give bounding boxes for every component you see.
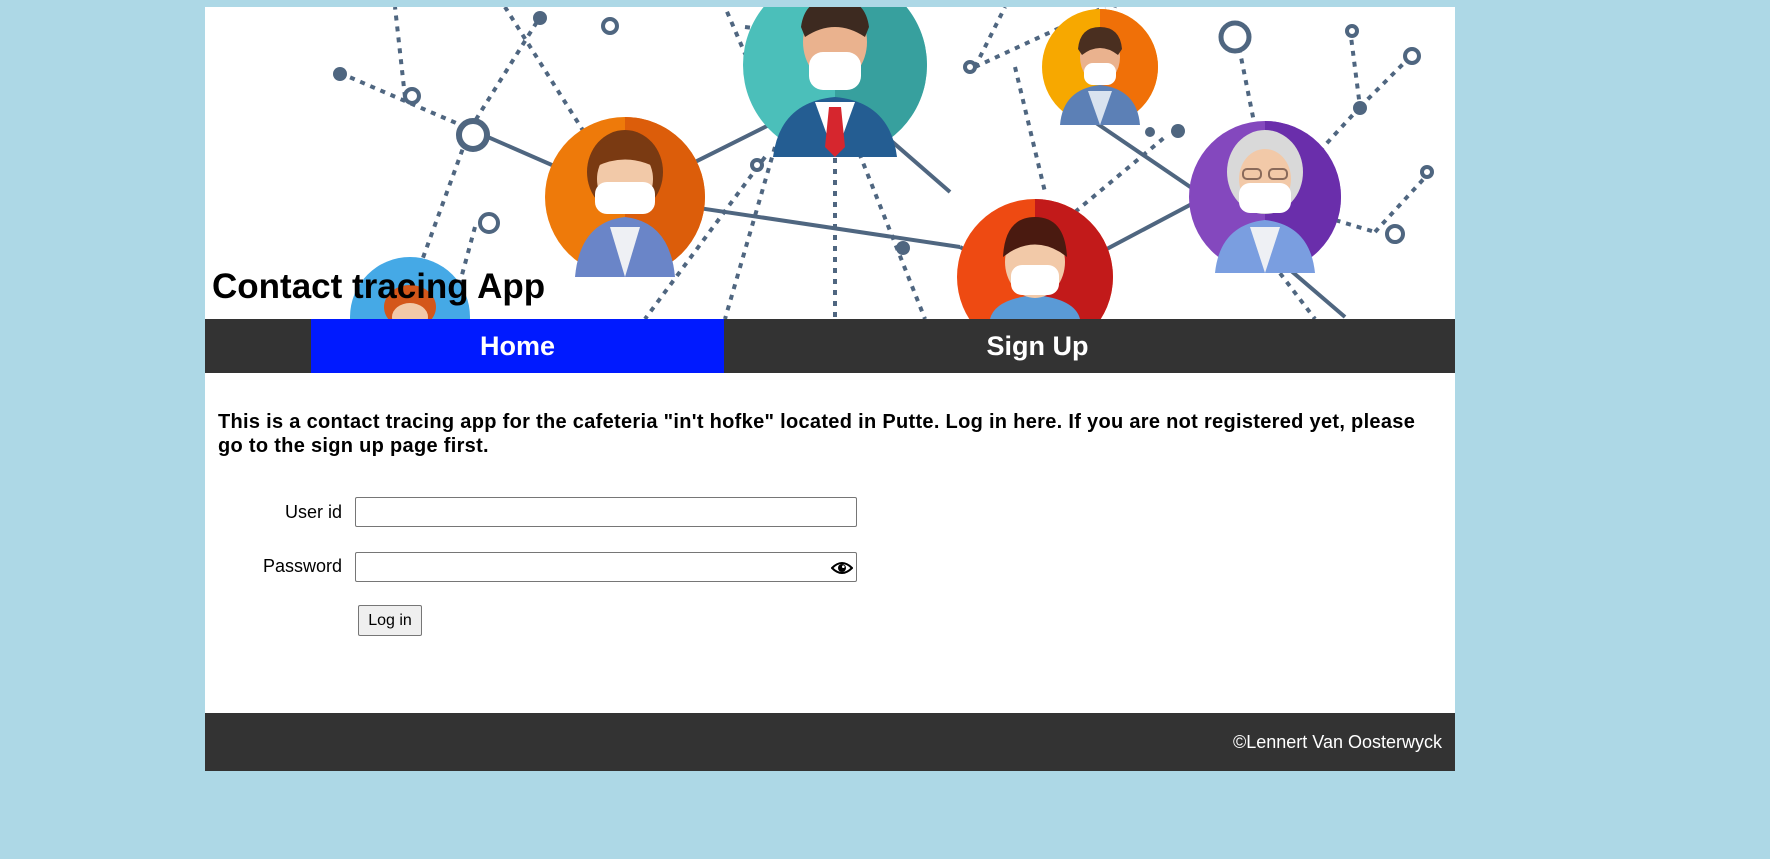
login-button[interactable]: Log in	[358, 605, 422, 636]
user-id-label: User id	[284, 502, 342, 522]
password-input[interactable]	[355, 552, 857, 582]
nav-bar: Home Sign Up	[205, 319, 1455, 373]
intro-text: This is a contact tracing app for the ca…	[218, 411, 1416, 457]
copyright-text: ©Lennert Van Oosterwyck	[1232, 732, 1442, 752]
avatar-woman	[545, 117, 705, 277]
footer: ©Lennert Van Oosterwyck	[205, 713, 1455, 771]
eye-icon[interactable]	[831, 560, 853, 576]
nav-home-link[interactable]: Home	[311, 319, 724, 373]
avatar-young-man	[957, 199, 1113, 319]
page-container: Contact tracing App Home Sign Up This is…	[205, 7, 1455, 771]
user-id-input[interactable]	[355, 497, 857, 527]
avatar-man-small	[1042, 9, 1158, 125]
avatar-older-woman	[1189, 121, 1341, 273]
header-banner: Contact tracing App	[205, 7, 1455, 319]
password-label: Password	[262, 556, 342, 576]
nav-signup-link[interactable]: Sign Up	[724, 319, 1351, 373]
avatar-man-tie	[743, 7, 927, 157]
page-title: Contact tracing App	[212, 267, 546, 306]
